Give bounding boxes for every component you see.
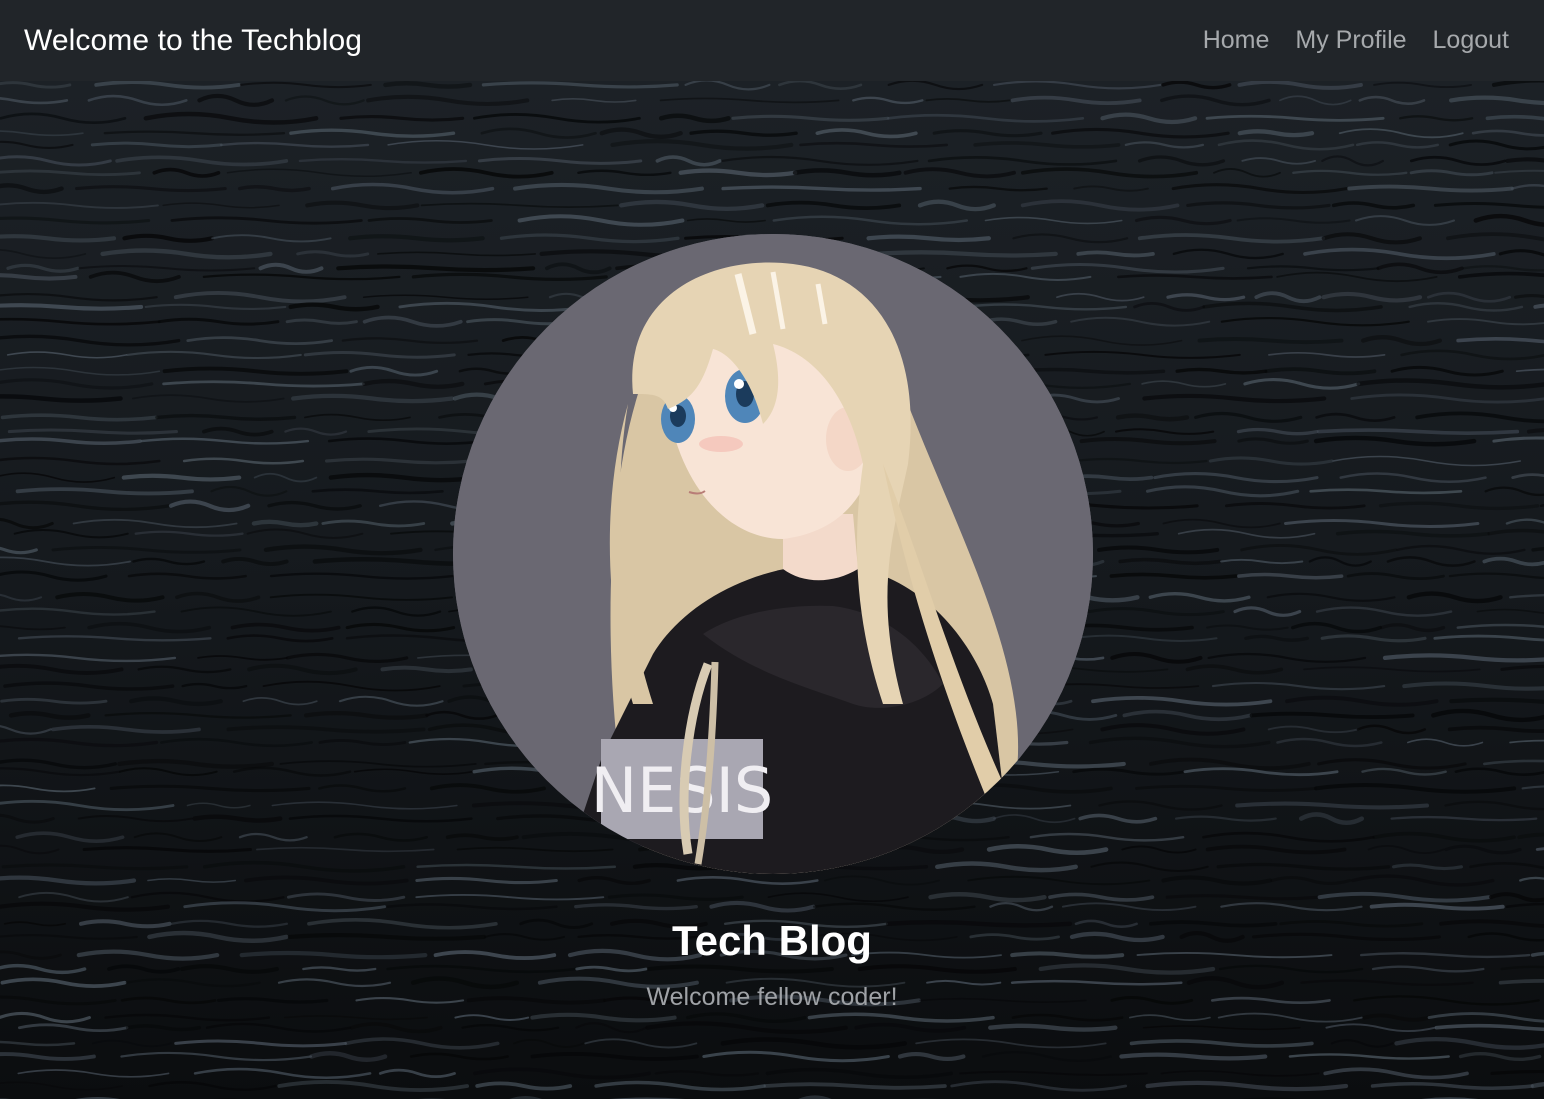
hero-subtitle: Welcome fellow coder! xyxy=(646,983,898,1011)
nav-link-home[interactable]: Home xyxy=(1203,26,1270,55)
top-navbar: Welcome to the Techblog Home My Profile … xyxy=(0,0,1544,81)
nav-link-logout[interactable]: Logout xyxy=(1433,26,1509,55)
hero-section: NESIS Tech Blog Welcome fellow coder! xyxy=(0,81,1544,1099)
hero-title: Tech Blog xyxy=(672,917,872,964)
nav-link-my-profile[interactable]: My Profile xyxy=(1295,26,1406,55)
navbar-brand[interactable]: Welcome to the Techblog xyxy=(24,24,362,58)
profile-avatar: NESIS xyxy=(453,234,1093,874)
nav-links: Home My Profile Logout xyxy=(1177,26,1509,55)
anime-girl-avatar-image: NESIS xyxy=(453,234,1093,874)
